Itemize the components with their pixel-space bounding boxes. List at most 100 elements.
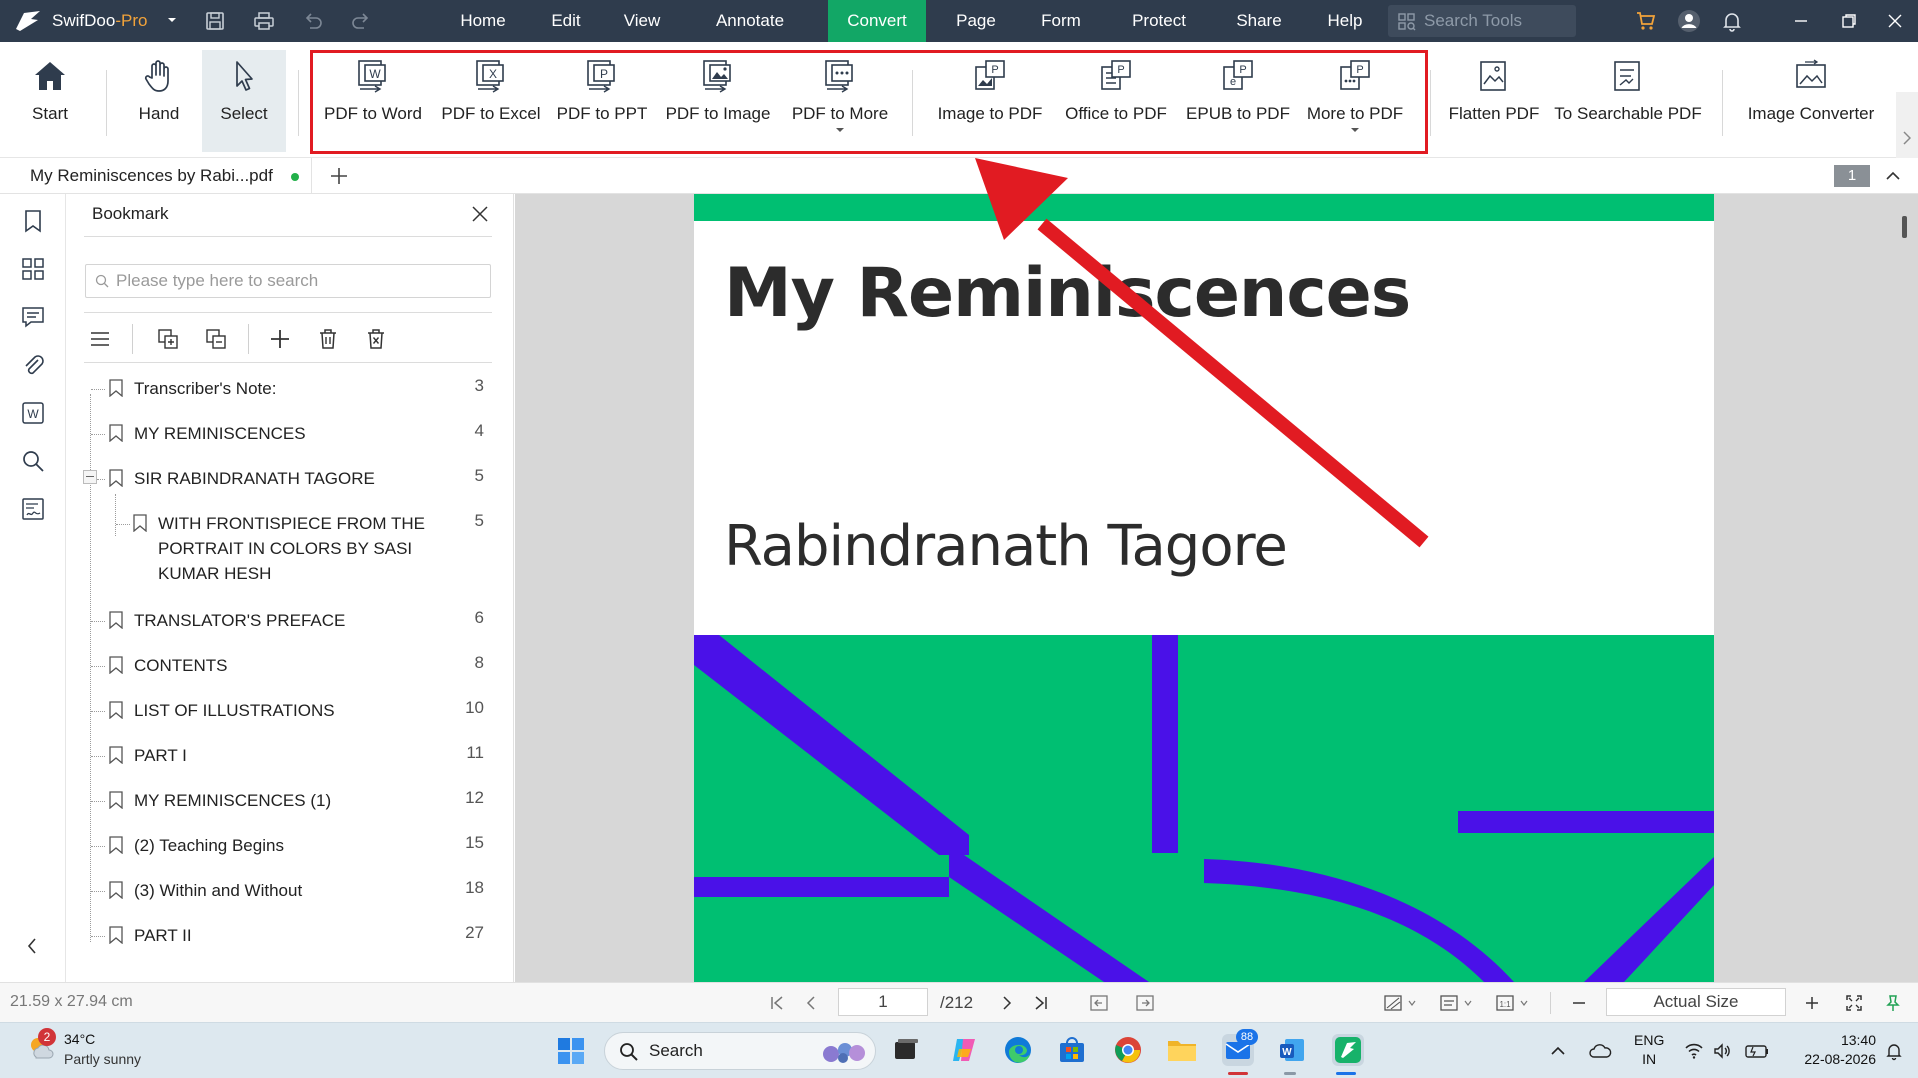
file-explorer-app[interactable] bbox=[1166, 1034, 1198, 1066]
fullscreen-icon[interactable] bbox=[1845, 994, 1863, 1012]
fit-actual-size-icon[interactable]: 1:1 bbox=[1496, 994, 1532, 1012]
hand-button[interactable]: Hand bbox=[116, 50, 202, 152]
current-page-input[interactable]: 1 bbox=[838, 988, 928, 1016]
bookmark-search-input[interactable]: Please type here to search bbox=[85, 264, 491, 298]
undo-icon[interactable] bbox=[302, 10, 324, 32]
swifdoo-app[interactable] bbox=[1332, 1034, 1364, 1066]
battery-icon[interactable] bbox=[1744, 1041, 1770, 1061]
search-tools-input[interactable]: Search Tools bbox=[1388, 5, 1576, 37]
pdf-to-image-button[interactable]: PDF to Image bbox=[658, 50, 778, 152]
select-button[interactable]: Select bbox=[202, 50, 286, 152]
delete-bookmark-icon[interactable] bbox=[316, 327, 340, 351]
print-icon[interactable] bbox=[253, 10, 275, 32]
search-icon[interactable] bbox=[20, 448, 46, 474]
add-bookmark-icon[interactable] bbox=[268, 327, 292, 351]
minimize-button[interactable] bbox=[1778, 0, 1824, 42]
epub-to-pdf-button[interactable]: eP EPUB to PDF bbox=[1180, 50, 1296, 152]
volume-icon[interactable] bbox=[1712, 1041, 1732, 1061]
previous-view-icon[interactable] bbox=[1090, 994, 1108, 1012]
edge-browser-app[interactable] bbox=[1002, 1034, 1034, 1066]
bookmark-options-menu-icon[interactable] bbox=[88, 327, 112, 351]
image-to-pdf-button[interactable]: P Image to PDF bbox=[928, 50, 1052, 152]
menu-help[interactable]: Help bbox=[1306, 0, 1384, 42]
zoom-level-select[interactable]: Actual Size bbox=[1606, 988, 1786, 1016]
menu-share[interactable]: Share bbox=[1214, 0, 1304, 42]
save-icon[interactable] bbox=[204, 10, 226, 32]
document-viewport[interactable]: My Reminiscences Rabindranath Tagore bbox=[515, 194, 1918, 982]
account-avatar-icon[interactable] bbox=[1677, 9, 1701, 33]
menu-home[interactable]: Home bbox=[438, 0, 528, 42]
chevron-right-icon bbox=[1903, 131, 1911, 145]
start-button[interactable]: Start bbox=[10, 50, 90, 152]
app-menu-chevron-icon[interactable] bbox=[165, 13, 179, 27]
document-tab[interactable]: My Reminiscences by Rabi...pdf bbox=[12, 158, 312, 194]
menu-protect[interactable]: Protect bbox=[1112, 0, 1206, 42]
menu-annotate[interactable]: Annotate bbox=[690, 0, 810, 42]
menu-convert[interactable]: Convert bbox=[828, 0, 926, 42]
cart-icon[interactable] bbox=[1634, 9, 1658, 33]
delete-all-bookmarks-icon[interactable] bbox=[364, 327, 388, 351]
to-searchable-pdf-button[interactable]: To Searchable PDF bbox=[1552, 50, 1704, 152]
pdf-to-more-icon bbox=[825, 60, 853, 93]
notifications-bell-icon[interactable] bbox=[1884, 1041, 1904, 1061]
flatten-pdf-button[interactable]: Flatten PDF bbox=[1442, 50, 1546, 152]
system-clock[interactable]: 13:40 22-08-2026 bbox=[1784, 1031, 1876, 1069]
first-page-icon[interactable] bbox=[768, 994, 786, 1012]
search-icon bbox=[95, 274, 109, 288]
tree-collapse-toggle[interactable] bbox=[83, 470, 97, 484]
redo-icon[interactable] bbox=[350, 10, 372, 32]
office-to-pdf-button[interactable]: P Office to PDF bbox=[1054, 50, 1178, 152]
task-view-app[interactable] bbox=[890, 1034, 922, 1066]
signature-icon[interactable] bbox=[20, 496, 46, 522]
word-count-icon[interactable]: W bbox=[20, 400, 46, 426]
menu-form[interactable]: Form bbox=[1020, 0, 1102, 42]
pdf-to-ppt-button[interactable]: P PDF to PPT bbox=[552, 50, 652, 152]
chrome-app[interactable] bbox=[1112, 1034, 1144, 1066]
more-to-pdf-label: More to PDF bbox=[1306, 104, 1404, 123]
pin-icon[interactable] bbox=[1884, 994, 1902, 1012]
page-background-icon[interactable] bbox=[1384, 994, 1420, 1012]
image-converter-button[interactable]: Image Converter bbox=[1736, 50, 1886, 152]
collapse-panel-chevron-icon[interactable] bbox=[24, 936, 40, 956]
menu-view[interactable]: View bbox=[604, 0, 680, 42]
attachment-icon[interactable] bbox=[20, 352, 46, 378]
word-app[interactable]: W bbox=[1276, 1034, 1308, 1066]
image-to-pdf-icon: P bbox=[975, 60, 1005, 90]
search-tools-icon bbox=[1398, 13, 1416, 31]
collapse-all-icon[interactable] bbox=[204, 327, 228, 351]
microsoft-store-app[interactable] bbox=[1056, 1034, 1088, 1066]
windows-start-icon[interactable] bbox=[556, 1036, 586, 1066]
pdf-to-more-button[interactable]: PDF to More bbox=[784, 50, 896, 152]
show-hidden-icons-chevron-icon[interactable] bbox=[1548, 1041, 1568, 1061]
notification-bell-icon[interactable] bbox=[1720, 9, 1744, 33]
copilot-app[interactable] bbox=[948, 1034, 980, 1066]
close-icon[interactable] bbox=[470, 204, 490, 224]
zoom-out-icon[interactable] bbox=[1570, 994, 1588, 1012]
taskbar-search-box[interactable]: Search bbox=[604, 1032, 876, 1070]
more-to-pdf-button[interactable]: P More to PDF bbox=[1298, 50, 1412, 152]
thumbnails-icon[interactable] bbox=[20, 256, 46, 282]
close-window-button[interactable] bbox=[1872, 0, 1918, 42]
previous-page-icon[interactable] bbox=[802, 994, 820, 1012]
zoom-in-icon[interactable] bbox=[1803, 994, 1821, 1012]
expand-all-icon[interactable] bbox=[156, 327, 180, 351]
menu-edit[interactable]: Edit bbox=[528, 0, 604, 42]
menu-page[interactable]: Page bbox=[936, 0, 1016, 42]
document-scrollbar-thumb[interactable] bbox=[1902, 216, 1907, 238]
add-tab-icon[interactable] bbox=[328, 165, 350, 187]
next-page-icon[interactable] bbox=[998, 994, 1016, 1012]
comments-icon[interactable] bbox=[20, 304, 46, 330]
collapse-ribbon-chevron-icon[interactable] bbox=[1884, 168, 1902, 184]
pdf-to-word-button[interactable]: W PDF to Word bbox=[318, 50, 428, 152]
last-page-icon[interactable] bbox=[1032, 994, 1050, 1012]
next-view-icon[interactable] bbox=[1136, 994, 1154, 1012]
bookmark-panel-icon[interactable] bbox=[20, 208, 46, 234]
store-icon bbox=[1060, 1037, 1084, 1062]
pdf-to-word-label: PDF to Word bbox=[324, 104, 422, 123]
onedrive-cloud-icon[interactable] bbox=[1588, 1041, 1612, 1061]
input-language-indicator[interactable]: ENG IN bbox=[1634, 1031, 1664, 1069]
page-display-mode-icon[interactable] bbox=[1440, 994, 1476, 1012]
restore-button[interactable] bbox=[1826, 0, 1872, 42]
wifi-icon[interactable] bbox=[1684, 1041, 1704, 1061]
pdf-to-excel-button[interactable]: X PDF to Excel bbox=[436, 50, 546, 152]
